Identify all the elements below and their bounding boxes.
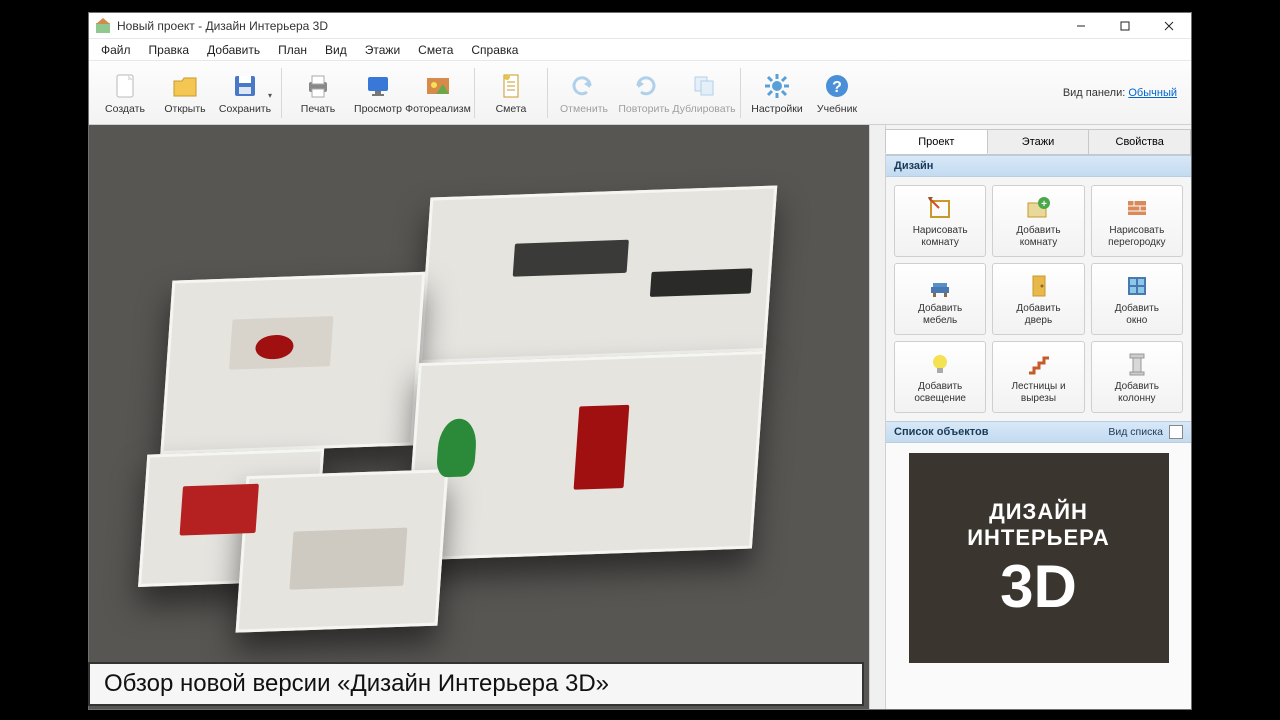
menu-этажи[interactable]: Этажи: [357, 41, 408, 59]
viewport-scrollbar[interactable]: [869, 125, 885, 709]
panel-mode-link[interactable]: Обычный: [1128, 87, 1177, 99]
tool-фотореализм[interactable]: Фотореализм: [408, 64, 468, 122]
menu-план[interactable]: План: [270, 41, 315, 59]
tool-просмотр[interactable]: Просмотр: [348, 64, 408, 122]
undo-icon: [569, 71, 599, 101]
draw-wall-icon: [1123, 194, 1151, 222]
stairs-icon: [1024, 350, 1052, 378]
close-button[interactable]: [1147, 13, 1191, 39]
add-room-icon: +: [1024, 194, 1052, 222]
design-add-window[interactable]: Добавить окно: [1091, 263, 1183, 335]
design-add-furniture[interactable]: Добавить мебель: [894, 263, 986, 335]
app-icon: [95, 18, 111, 34]
menu-файл[interactable]: Файл: [93, 41, 139, 59]
menu-правка[interactable]: Правка: [141, 41, 198, 59]
svg-text:+: +: [1042, 199, 1048, 210]
tab-проект[interactable]: Проект: [885, 129, 988, 154]
estimate-icon: [496, 71, 526, 101]
design-add-light[interactable]: Добавить освещение: [894, 341, 986, 413]
menu-смета[interactable]: Смета: [410, 41, 461, 59]
tab-этажи[interactable]: Этажи: [987, 129, 1090, 154]
menu-добавить[interactable]: Добавить: [199, 41, 268, 59]
side-tabs: ПроектЭтажиСвойства: [886, 125, 1191, 155]
list-view-icon[interactable]: [1169, 425, 1183, 439]
design-draw-wall[interactable]: Нарисовать перегородку: [1091, 185, 1183, 257]
draw-room-icon: [926, 194, 954, 222]
add-light-icon: [926, 350, 954, 378]
app-window: Новый проект - Дизайн Интерьера 3D ФайлП…: [88, 12, 1192, 710]
design-section-header: Дизайн: [886, 155, 1191, 177]
tool-дублировать: Дублировать: [674, 64, 734, 122]
design-stairs[interactable]: Лестницы и вырезы: [992, 341, 1084, 413]
toolbar-panel-mode: Вид панели: Обычный: [1063, 87, 1185, 99]
video-caption: Обзор новой версии «Дизайн Интерьера 3D»: [88, 662, 864, 706]
design-add-room[interactable]: +Добавить комнату: [992, 185, 1084, 257]
object-list-viewmode[interactable]: Вид списка: [1108, 426, 1163, 438]
add-door-icon: [1024, 272, 1052, 300]
chevron-down-icon: ▾: [268, 91, 272, 100]
minimize-button[interactable]: [1059, 13, 1103, 39]
titlebar: Новый проект - Дизайн Интерьера 3D: [89, 13, 1191, 39]
add-column-icon: [1123, 350, 1151, 378]
design-tools-grid: Нарисовать комнату+Добавить комнатуНарис…: [886, 177, 1191, 421]
add-furniture-icon: [926, 272, 954, 300]
main-area: ПроектЭтажиСвойства Дизайн Нарисовать ко…: [89, 125, 1191, 709]
design-draw-room[interactable]: Нарисовать комнату: [894, 185, 986, 257]
svg-text:?: ?: [832, 79, 842, 96]
print-icon: [303, 71, 333, 101]
objects-section-header: Список объектов Вид списка: [886, 421, 1191, 443]
tool-сохранить[interactable]: Сохранить▾: [215, 64, 275, 122]
menu-справка[interactable]: Справка: [463, 41, 526, 59]
window-title: Новый проект - Дизайн Интерьера 3D: [117, 19, 1059, 33]
3d-viewport[interactable]: [89, 125, 869, 709]
menu-вид[interactable]: Вид: [317, 41, 355, 59]
tool-печать[interactable]: Печать: [288, 64, 348, 122]
tool-смета[interactable]: Смета: [481, 64, 541, 122]
toolbar: СоздатьОткрытьСохранить▾ПечатьПросмотрФо…: [89, 61, 1191, 125]
help-icon: ?: [822, 71, 852, 101]
design-add-column[interactable]: Добавить колонну: [1091, 341, 1183, 413]
tool-повторить: Повторить: [614, 64, 674, 122]
photoreal-icon: [423, 71, 453, 101]
tool-открыть[interactable]: Открыть: [155, 64, 215, 122]
tab-свойства[interactable]: Свойства: [1088, 129, 1191, 154]
menubar: ФайлПравкаДобавитьПланВидЭтажиСметаСправ…: [89, 39, 1191, 61]
duplicate-icon: [689, 71, 719, 101]
tool-создать[interactable]: Создать: [95, 64, 155, 122]
design-add-door[interactable]: Добавить дверь: [992, 263, 1084, 335]
floorplan-render: [120, 166, 838, 668]
tool-отменить: Отменить: [554, 64, 614, 122]
monitor-icon: [363, 71, 393, 101]
side-panel: ПроектЭтажиСвойства Дизайн Нарисовать ко…: [885, 125, 1191, 709]
settings-icon: [762, 71, 792, 101]
promo-banner: ДИЗАЙН ИНТЕРЬЕРА 3D: [909, 453, 1169, 663]
promo-area: ДИЗАЙН ИНТЕРЬЕРА 3D: [886, 443, 1191, 673]
add-window-icon: [1123, 272, 1151, 300]
redo-icon: [629, 71, 659, 101]
maximize-button[interactable]: [1103, 13, 1147, 39]
tool-настройки[interactable]: Настройки: [747, 64, 807, 122]
open-folder-icon: [170, 71, 200, 101]
tool-учебник[interactable]: ?Учебник: [807, 64, 867, 122]
save-icon: [230, 71, 260, 101]
new-file-icon: [110, 71, 140, 101]
